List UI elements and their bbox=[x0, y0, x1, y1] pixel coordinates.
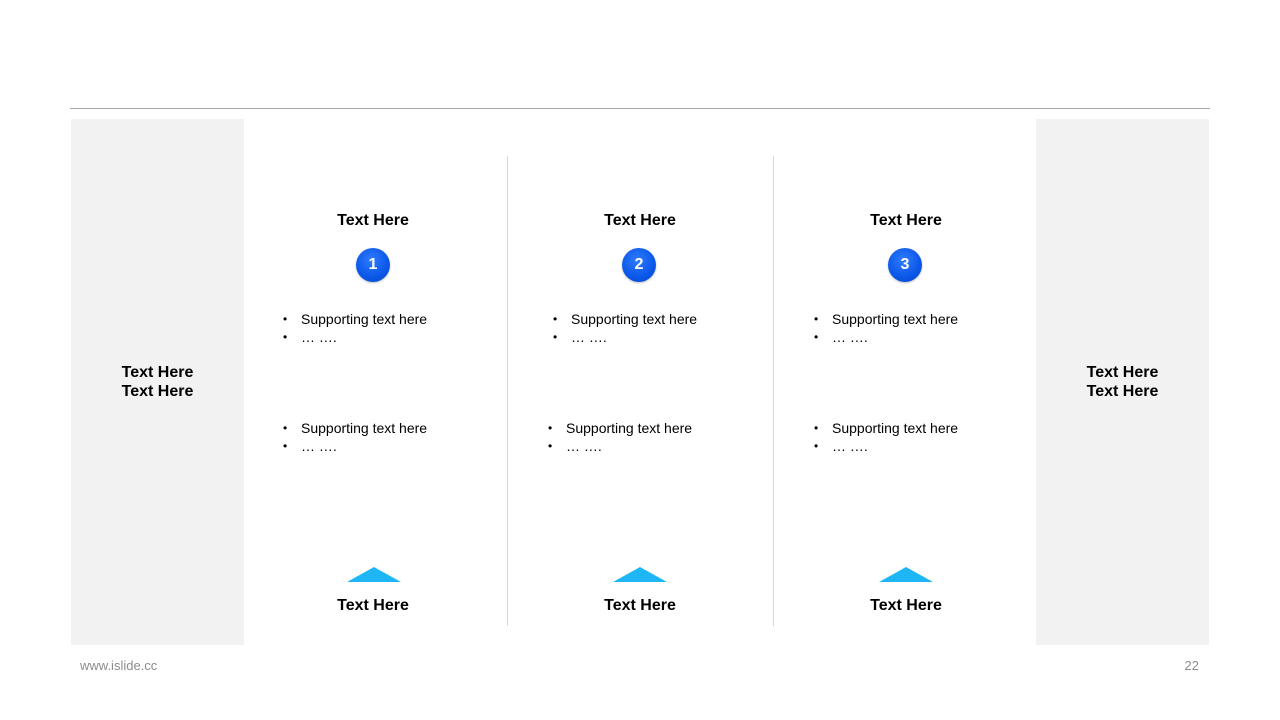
bullet-item: … …. bbox=[814, 328, 958, 346]
column-2-bullets-bottom: Supporting text here … …. bbox=[548, 419, 692, 455]
column-3-bullets-top: Supporting text here … …. bbox=[814, 310, 958, 346]
page-number: 22 bbox=[1184, 658, 1199, 673]
column-3-title: Text Here bbox=[870, 212, 942, 229]
right-panel-line-2: Text Here bbox=[1086, 383, 1159, 400]
column-2-footer: Text Here bbox=[604, 597, 676, 614]
number-badge-3: 3 bbox=[888, 248, 922, 282]
bullet-item: … …. bbox=[553, 328, 697, 346]
column-2-bullets-top: Supporting text here … …. bbox=[553, 310, 697, 346]
bullet-item: … …. bbox=[548, 437, 692, 455]
triangle-marker-icon bbox=[879, 567, 933, 582]
bullet-item: … …. bbox=[283, 328, 427, 346]
column-2: Text Here 2 Supporting text here … …. Su… bbox=[507, 0, 773, 720]
left-side-panel: Text Here Text Here bbox=[71, 119, 244, 645]
number-badge-1: 1 bbox=[356, 248, 390, 282]
column-1-bullets-top: Supporting text here … …. bbox=[283, 310, 427, 346]
column-2-title: Text Here bbox=[604, 212, 676, 229]
column-3-footer: Text Here bbox=[870, 597, 942, 614]
column-3-bullets-bottom: Supporting text here … …. bbox=[814, 419, 958, 455]
bullet-item: … …. bbox=[283, 437, 427, 455]
footer-url: www.islide.cc bbox=[80, 658, 158, 673]
right-panel-line-1: Text Here bbox=[1086, 364, 1159, 381]
bullet-item: Supporting text here bbox=[814, 419, 958, 437]
left-panel-line-2: Text Here bbox=[121, 383, 194, 400]
left-panel-line-1: Text Here bbox=[121, 364, 194, 381]
column-1-footer: Text Here bbox=[337, 597, 409, 614]
bullet-item: Supporting text here bbox=[553, 310, 697, 328]
bullet-item: Supporting text here bbox=[283, 310, 427, 328]
bullet-item: Supporting text here bbox=[283, 419, 427, 437]
column-1: Text Here 1 Supporting text here … …. Su… bbox=[240, 0, 506, 720]
column-1-bullets-bottom: Supporting text here … …. bbox=[283, 419, 427, 455]
bullet-item: … …. bbox=[814, 437, 958, 455]
number-badge-2: 2 bbox=[622, 248, 656, 282]
bullet-item: Supporting text here bbox=[814, 310, 958, 328]
column-1-title: Text Here bbox=[337, 212, 409, 229]
right-side-panel: Text Here Text Here bbox=[1036, 119, 1209, 645]
bullet-item: Supporting text here bbox=[548, 419, 692, 437]
triangle-marker-icon bbox=[347, 567, 401, 582]
triangle-marker-icon bbox=[613, 567, 667, 582]
column-3: Text Here 3 Supporting text here … …. Su… bbox=[773, 0, 1039, 720]
